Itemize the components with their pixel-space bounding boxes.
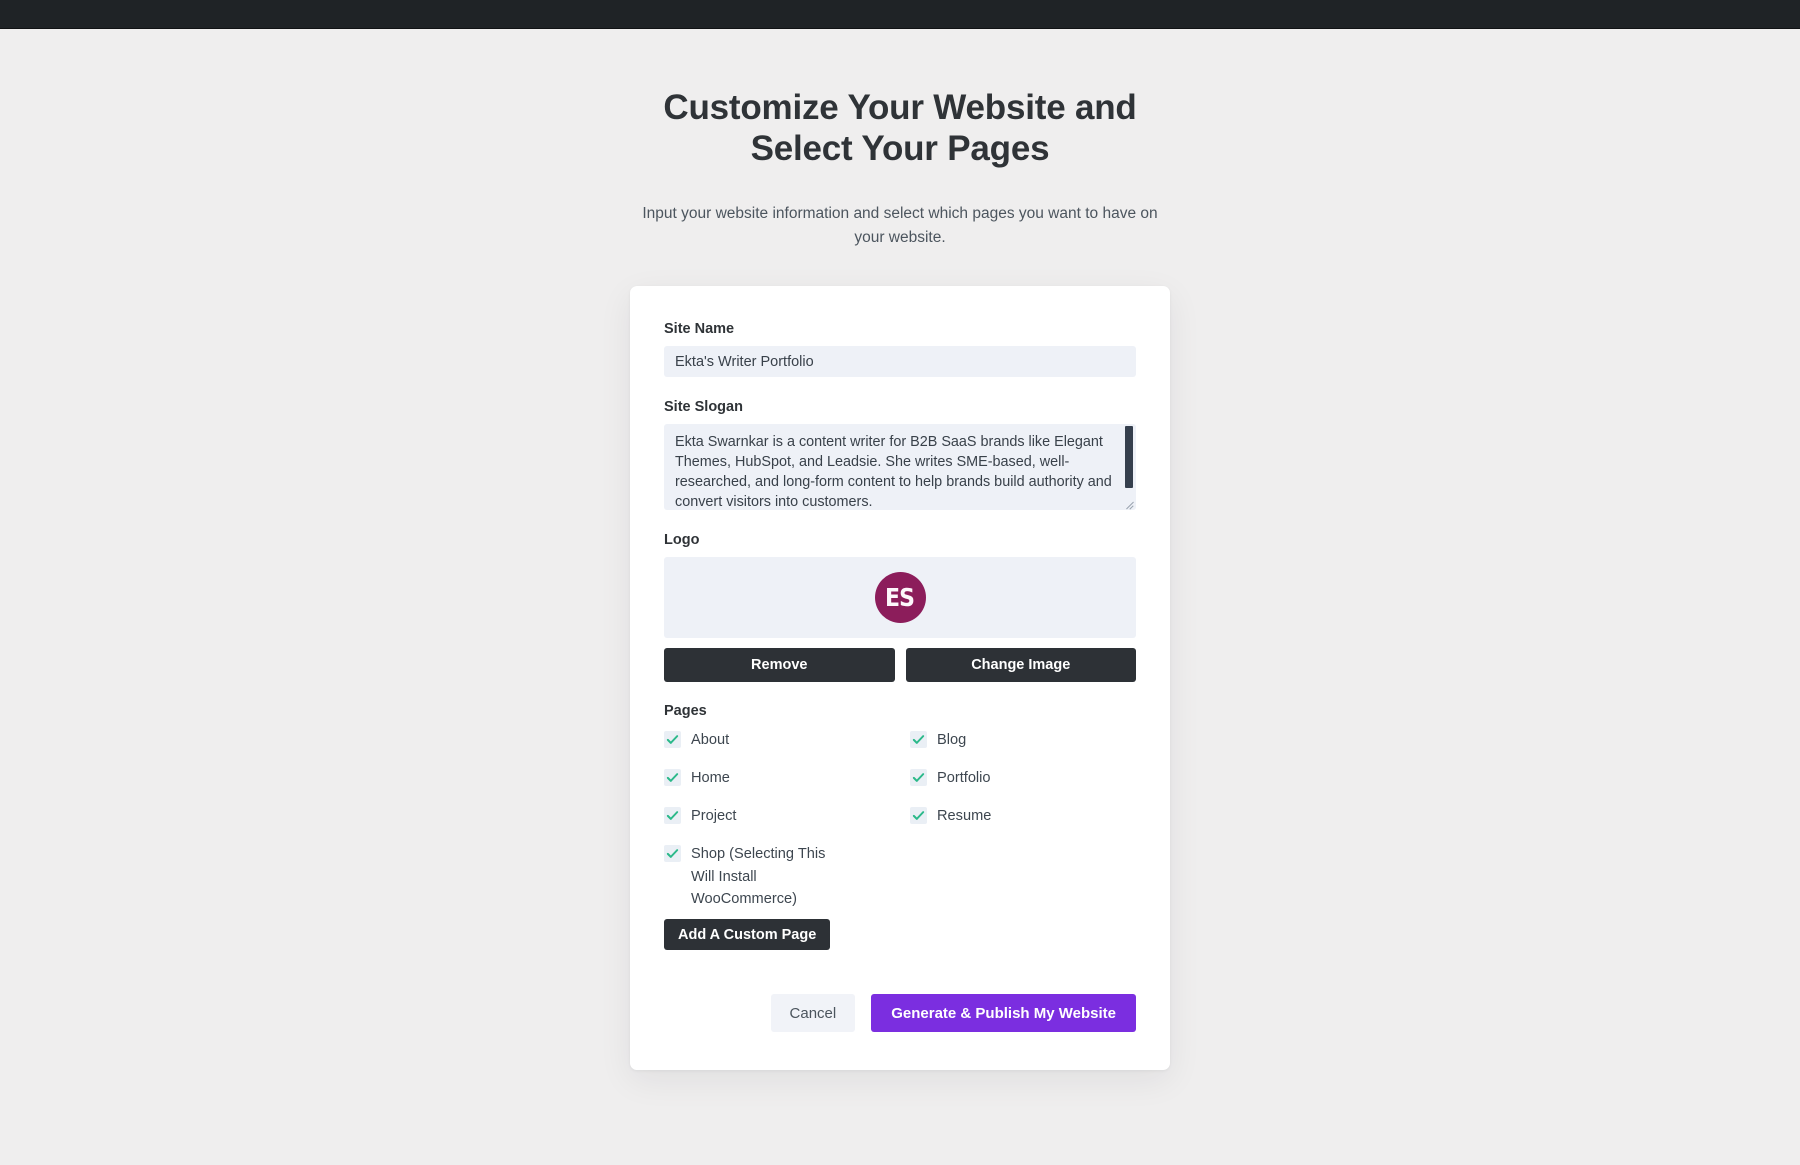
checkbox-checked-icon[interactable] [664, 769, 681, 787]
page-checkbox-item[interactable]: Shop (Selecting This Will Install WooCom… [664, 843, 894, 911]
page-checkbox-item[interactable]: Project [664, 805, 894, 843]
page-checkbox-label: Portfolio [937, 770, 991, 787]
checkbox-checked-icon[interactable] [664, 845, 681, 863]
customize-card: Site Name Site Slogan Ekta Swarnkar is a… [630, 286, 1170, 1071]
checkbox-checked-icon[interactable] [664, 807, 681, 825]
heading-block: Customize Your Website and Select Your P… [630, 87, 1170, 251]
page-checkbox-label: Shop (Selecting This Will Install WooCom… [691, 846, 826, 908]
logo-preview-box: ES [664, 557, 1136, 639]
site-slogan-label: Site Slogan [664, 399, 743, 416]
site-name-field-group: Site Name [664, 321, 1136, 378]
textarea-scrollbar[interactable] [1125, 426, 1133, 489]
pages-checkbox-grid: About Blog Home Portfolio Project Resume Shop … [664, 729, 1136, 911]
page-checkbox-label: Project [691, 808, 737, 825]
checkbox-checked-icon[interactable] [910, 731, 927, 749]
logo-initials: ES [885, 583, 915, 613]
card-footer: Cancel Generate & Publish My Website [664, 994, 1136, 1070]
logo-avatar: ES [874, 572, 926, 624]
site-slogan-field-group: Site Slogan Ekta Swarnkar is a content w… [664, 399, 1136, 511]
site-name-label: Site Name [664, 321, 735, 338]
checkbox-checked-icon[interactable] [910, 769, 927, 787]
site-name-input[interactable] [664, 346, 1136, 378]
pages-label: Pages [664, 703, 707, 720]
generate-publish-button[interactable]: Generate & Publish My Website [871, 994, 1136, 1033]
site-slogan-value: Ekta Swarnkar is a content writer for B2… [675, 434, 1116, 510]
textarea-resize-grip[interactable] [1124, 498, 1135, 509]
page-checkbox-label: About [691, 732, 730, 749]
page-checkbox-label: Home [691, 770, 730, 787]
logo-field-group: Logo ES Remove Change Image [664, 532, 1136, 683]
page-checkbox-label: Resume [937, 808, 992, 825]
page-checkbox-item[interactable]: Blog [910, 729, 1136, 767]
wp-admin-bar [0, 0, 1800, 29]
page-checkbox-item[interactable]: About [664, 729, 894, 767]
page-checkbox-label: Blog [937, 732, 967, 749]
checkbox-checked-icon[interactable] [664, 731, 681, 749]
logo-label: Logo [664, 532, 700, 549]
page-title: Customize Your Website and Select Your P… [663, 88, 1137, 169]
page-checkbox-item[interactable]: Home [664, 767, 894, 805]
change-image-button[interactable]: Change Image [905, 648, 1136, 683]
page-checkbox-item[interactable]: Portfolio [910, 767, 1136, 805]
site-slogan-textarea[interactable]: Ekta Swarnkar is a content writer for B2… [664, 424, 1136, 511]
pages-field-group: Pages About Blog Home Portfolio Project Resum… [664, 703, 1136, 951]
page-checkbox-item[interactable]: Resume [910, 805, 1136, 843]
page-subtitle: Input your website information and selec… [642, 204, 1158, 247]
logo-actions: Remove Change Image [664, 648, 1136, 683]
add-custom-page-button[interactable]: Add A Custom Page [664, 919, 831, 951]
page-container: Customize Your Website and Select Your P… [0, 29, 1800, 1165]
cancel-button[interactable]: Cancel [770, 994, 856, 1033]
checkbox-checked-icon[interactable] [910, 807, 927, 825]
remove-image-button[interactable]: Remove [664, 648, 895, 683]
